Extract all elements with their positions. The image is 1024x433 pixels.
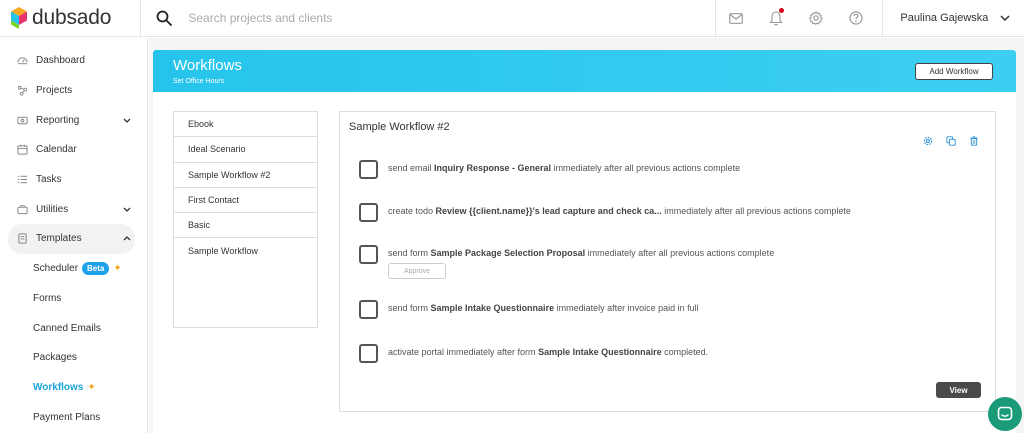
search-icon[interactable] bbox=[156, 10, 173, 26]
sidebar-subitem-workflows[interactable]: Workflows ✦ bbox=[8, 373, 135, 403]
sidebar-item-label: Projects bbox=[36, 85, 73, 97]
notification-dot bbox=[779, 7, 785, 13]
sidebar-subitem-label: Canned Emails bbox=[33, 322, 101, 334]
templates-icon bbox=[16, 233, 28, 245]
view-button[interactable]: View bbox=[936, 382, 981, 398]
sidebar-subitem-label: Forms bbox=[33, 292, 62, 304]
step-checkbox[interactable] bbox=[359, 300, 378, 319]
approve-button[interactable]: Approve bbox=[388, 263, 446, 279]
sidebar-item-label: Dashboard bbox=[36, 55, 85, 67]
chat-launcher-button[interactable] bbox=[988, 397, 1022, 431]
workflow-step: send email Inquiry Response - General im… bbox=[359, 160, 740, 179]
sidebar-item-label: Tasks bbox=[36, 174, 62, 186]
sidebar-item-label: Utilities bbox=[36, 203, 69, 215]
brand-name: dubsado bbox=[32, 6, 112, 29]
user-menu[interactable]: Paulina Gajewska bbox=[882, 0, 1024, 37]
workflow-step: create todo Review {{client.name}}'s lea… bbox=[359, 203, 851, 222]
help-button[interactable] bbox=[836, 0, 876, 37]
settings-button[interactable] bbox=[796, 0, 836, 37]
workflow-tools bbox=[922, 135, 979, 146]
chevron-down-icon bbox=[123, 207, 131, 212]
sidebar-item-label: Calendar bbox=[36, 144, 77, 156]
sidebar-subitem-label: Workflows bbox=[33, 381, 84, 393]
mail-icon bbox=[729, 12, 744, 24]
panel-header: Workflows Set Office Hours Add Workflow bbox=[153, 50, 1016, 92]
sidebar-item-templates[interactable]: Templates bbox=[8, 224, 135, 254]
sidebar-item-label: Reporting bbox=[36, 114, 80, 126]
chat-icon bbox=[997, 406, 1013, 421]
dashboard-icon bbox=[16, 55, 28, 67]
sidebar-item-calendar[interactable]: Calendar bbox=[8, 135, 135, 165]
step-text: send email Inquiry Response - General im… bbox=[388, 163, 741, 173]
sidebar-subitem-label: Payment Plans bbox=[33, 411, 101, 423]
top-bar: dubsado Search projects and clients Paul… bbox=[0, 0, 1024, 37]
workflow-step: send form Sample Intake Questionnaire im… bbox=[359, 300, 699, 319]
chevron-down-icon bbox=[123, 118, 131, 123]
sidebar-subitem-forms[interactable]: Forms bbox=[8, 284, 135, 314]
top-icons bbox=[716, 0, 876, 37]
sidebar-subitem-label: Packages bbox=[33, 352, 77, 364]
search-input[interactable] bbox=[188, 11, 589, 25]
trash-icon[interactable] bbox=[968, 135, 979, 146]
workflow-list: Ebook Ideal Scenario Sample Workflow #2 … bbox=[173, 111, 318, 328]
sidebar: Dashboard Projects Reporting Calendar Ta… bbox=[0, 38, 148, 433]
list-item[interactable]: Ebook bbox=[174, 112, 317, 138]
sparkle-icon: ✦ bbox=[113, 263, 122, 275]
sidebar-subitem-label: Scheduler bbox=[33, 263, 79, 275]
projects-icon bbox=[16, 85, 28, 97]
add-workflow-button[interactable]: Add Workflow bbox=[915, 63, 993, 80]
logo[interactable]: dubsado bbox=[0, 0, 142, 37]
sidebar-item-dashboard[interactable]: Dashboard bbox=[8, 46, 135, 76]
sidebar-item-tasks[interactable]: Tasks bbox=[8, 165, 135, 195]
sidebar-subitem-scheduler[interactable]: Scheduler Beta ✦ bbox=[8, 254, 135, 284]
list-item[interactable]: Basic bbox=[174, 213, 317, 239]
list-item[interactable]: Sample Workflow #2 bbox=[174, 163, 317, 188]
step-checkbox[interactable] bbox=[359, 245, 378, 264]
chevron-down-icon bbox=[1000, 15, 1010, 21]
utilities-icon bbox=[16, 203, 28, 215]
sidebar-subitem-packages[interactable]: Packages bbox=[8, 343, 135, 373]
workflow-step: send form Sample Package Selection Propo… bbox=[359, 245, 774, 264]
reporting-icon bbox=[16, 114, 28, 126]
user-name: Paulina Gajewska bbox=[900, 12, 989, 24]
gear-icon[interactable] bbox=[922, 135, 933, 146]
sparkle-icon: ✦ bbox=[87, 381, 96, 393]
help-icon bbox=[849, 11, 863, 25]
office-hours-link[interactable]: Set Office Hours bbox=[173, 78, 224, 85]
logo-mark-icon bbox=[11, 7, 27, 29]
workflow-title: Sample Workflow #2 bbox=[349, 121, 450, 133]
sidebar-item-utilities[interactable]: Utilities bbox=[8, 194, 135, 224]
sidebar-subitem-payment-plans[interactable]: Payment Plans bbox=[8, 402, 135, 432]
list-item[interactable]: Ideal Scenario bbox=[174, 137, 317, 163]
mail-button[interactable] bbox=[716, 0, 756, 37]
step-text: create todo Review {{client.name}}'s lea… bbox=[388, 206, 851, 216]
workflow-step: activate portal immediately after form S… bbox=[359, 344, 708, 363]
notifications-button[interactable] bbox=[756, 0, 796, 37]
workflow-detail: Sample Workflow #2 send email Inquiry Re… bbox=[339, 111, 996, 412]
sidebar-item-projects[interactable]: Projects bbox=[8, 76, 135, 106]
calendar-icon bbox=[16, 144, 28, 156]
tasks-icon bbox=[16, 174, 28, 186]
gear-icon bbox=[809, 11, 824, 25]
beta-badge: Beta bbox=[82, 262, 110, 276]
search-bar bbox=[141, 0, 717, 37]
copy-icon[interactable] bbox=[945, 135, 956, 146]
list-item[interactable]: Sample Workflow bbox=[174, 238, 317, 263]
step-checkbox[interactable] bbox=[359, 344, 378, 363]
list-item[interactable]: First Contact bbox=[174, 188, 317, 214]
step-checkbox[interactable] bbox=[359, 160, 378, 179]
page-title: Workflows bbox=[173, 57, 242, 74]
step-checkbox[interactable] bbox=[359, 203, 378, 222]
sidebar-item-label: Templates bbox=[36, 233, 82, 245]
step-text: activate portal immediately after form S… bbox=[388, 347, 709, 357]
sidebar-item-reporting[interactable]: Reporting bbox=[8, 105, 135, 135]
bell-icon bbox=[769, 10, 783, 25]
step-text: send form Sample Intake Questionnaire im… bbox=[388, 303, 699, 313]
chevron-up-icon bbox=[123, 236, 131, 241]
step-text: send form Sample Package Selection Propo… bbox=[388, 248, 775, 258]
sidebar-subitem-canned-emails[interactable]: Canned Emails bbox=[8, 313, 135, 343]
